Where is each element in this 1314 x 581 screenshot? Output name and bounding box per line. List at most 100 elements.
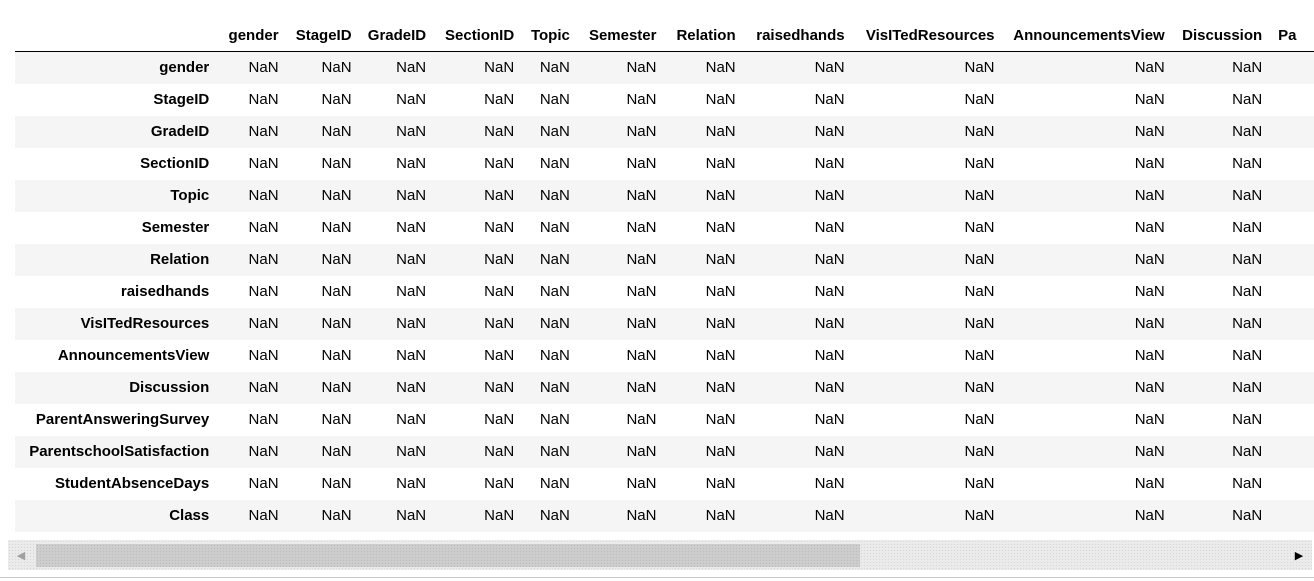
table-cell: NaN (964, 347, 995, 364)
table-cell: NaN (484, 251, 515, 268)
table-cell: NaN (248, 507, 279, 524)
row-index-label: Class (169, 507, 210, 524)
table-row: GradeID NaN NaN NaN NaN NaN NaN NaN NaN NaN NaN NaN (15, 115, 1314, 148)
table-cell: NaN (539, 347, 570, 364)
table-cell: NaN (1232, 123, 1263, 140)
table-cell: NaN (321, 219, 352, 236)
table-cell: NaN (964, 283, 995, 300)
table-cell: NaN (1134, 91, 1165, 108)
table-cell: NaN (396, 283, 427, 300)
table-cell: NaN (705, 283, 736, 300)
table-cell: NaN (321, 507, 352, 524)
table-cell: NaN (539, 155, 570, 172)
table-cell: NaN (321, 347, 352, 364)
table-cell: NaN (1232, 251, 1263, 268)
table-cell: NaN (705, 59, 736, 77)
table-cell: NaN (1134, 315, 1165, 332)
table-cell: NaN (484, 187, 515, 204)
table-cell: NaN (321, 187, 352, 204)
table-cell: NaN (705, 475, 736, 492)
table-cell: NaN (705, 315, 736, 332)
table-cell: NaN (321, 59, 352, 77)
table-cell-clipped (1270, 212, 1314, 244)
table-cell: NaN (1134, 123, 1165, 140)
table-cell: NaN (626, 443, 657, 460)
table-cell: NaN (321, 91, 352, 108)
table-cell: NaN (1232, 475, 1263, 492)
table-cell: NaN (396, 315, 427, 332)
table-cell: NaN (626, 91, 657, 108)
table-cell: NaN (484, 123, 515, 140)
scroll-left-arrow[interactable]: ◀ (17, 549, 25, 562)
table-cell: NaN (964, 187, 995, 204)
table-cell: NaN (1134, 219, 1165, 236)
table-cell: NaN (484, 507, 515, 524)
column-header: Discussion (1172, 20, 1271, 52)
table-row: Relation NaN NaN NaN NaN NaN NaN NaN NaN NaN NaN Na… (15, 243, 1314, 276)
table-cell: NaN (539, 219, 570, 236)
table-cell: NaN (626, 251, 657, 268)
table-cell: NaN (248, 187, 279, 204)
column-header: VisITedResources (852, 20, 1003, 52)
table-cell: NaN (814, 379, 845, 396)
table-cell: NaN (484, 475, 515, 492)
table-cell: NaN (626, 379, 657, 396)
table-cell: NaN (484, 379, 515, 396)
table-cell: NaN (964, 507, 995, 524)
column-header: raisedhands (743, 20, 853, 52)
horizontal-scrollbar[interactable]: ◀ ▶ (8, 540, 1312, 570)
table-cell: NaN (626, 187, 657, 204)
table-cell: NaN (248, 475, 279, 492)
scroll-right-arrow[interactable]: ▶ (1295, 549, 1303, 562)
row-index-label: Semester (141, 219, 210, 236)
row-index-label: StageID (153, 91, 210, 108)
table-cell: NaN (626, 475, 657, 492)
table-cell: NaN (321, 443, 352, 460)
dataframe-output: gender StageID GradeID SectionID Topic Semest… (0, 0, 1314, 540)
table-cell: NaN (1134, 187, 1165, 204)
chevron-left-icon[interactable]: ◀ (8, 540, 34, 570)
row-index-label: SectionID (140, 155, 210, 172)
table-cell: NaN (484, 347, 515, 364)
table-cell: NaN (626, 347, 657, 364)
table-cell: NaN (396, 347, 427, 364)
table-cell: NaN (321, 475, 352, 492)
table-row: StudentAbsenceDays NaN NaN NaN NaN NaN NaN NaN N… (15, 468, 1314, 500)
table-row: Topic NaN NaN NaN NaN NaN NaN NaN NaN NaN NaN NaN (15, 179, 1314, 212)
table-cell: NaN (1134, 251, 1165, 268)
table-cell: NaN (626, 315, 657, 332)
table-cell-clipped (1270, 116, 1314, 148)
table-cell: NaN (814, 251, 845, 268)
table-row: StageID NaN NaN NaN NaN NaN NaN NaN NaN NaN NaN NaN (15, 84, 1314, 116)
row-index-label: Relation (150, 251, 210, 268)
table-cell: NaN (705, 187, 736, 204)
output-divider (0, 577, 1314, 578)
column-header: gender (217, 20, 287, 52)
table-cell: NaN (1232, 155, 1263, 172)
table-cell: NaN (539, 187, 570, 204)
dataframe-table: gender StageID GradeID SectionID Topic Semest… (15, 20, 1314, 532)
table-cell: NaN (1134, 411, 1165, 428)
table-row: AnnouncementsView NaN NaN NaN NaN NaN NaN NaN Na… (15, 340, 1314, 372)
column-header: SectionID (434, 20, 523, 52)
table-cell: NaN (626, 155, 657, 172)
table-cell: NaN (964, 123, 995, 140)
table-cell: NaN (705, 91, 736, 108)
scrollbar-thumb[interactable] (36, 544, 860, 567)
table-row: ParentschoolSatisfaction NaN NaN NaN NaN NaN N… (15, 435, 1314, 468)
table-cell: NaN (396, 475, 427, 492)
table-cell: NaN (1134, 379, 1165, 396)
table-row: Discussion NaN NaN NaN NaN NaN NaN NaN NaN NaN NaN… (15, 371, 1314, 404)
table-row: Class NaN NaN NaN NaN NaN NaN NaN NaN NaN NaN NaN (15, 499, 1314, 532)
row-index-label: StudentAbsenceDays (55, 475, 210, 492)
table-cell: NaN (539, 379, 570, 396)
table-cell-clipped (1270, 148, 1314, 180)
chevron-right-icon[interactable]: ▶ (1286, 540, 1312, 570)
table-cell: NaN (1134, 347, 1165, 364)
table-cell: NaN (539, 59, 570, 77)
table-cell: NaN (1232, 507, 1263, 524)
table-cell: NaN (964, 59, 995, 77)
table-cell-clipped (1270, 500, 1314, 532)
table-cell: NaN (626, 123, 657, 140)
table-cell-clipped (1270, 244, 1314, 276)
